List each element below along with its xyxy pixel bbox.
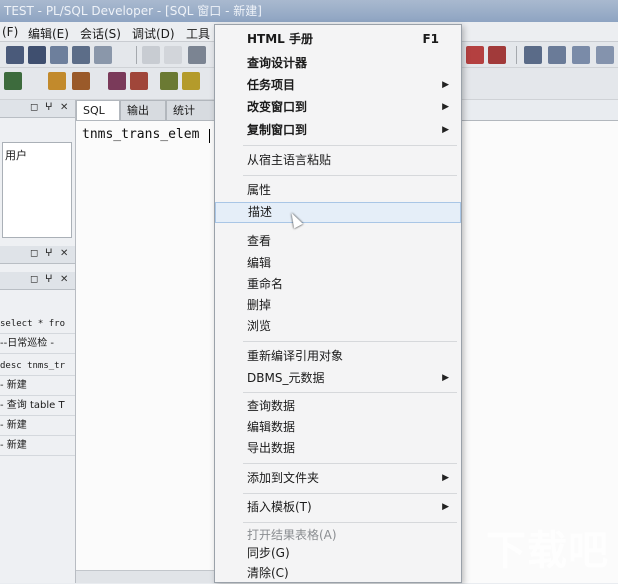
trace-icon[interactable]: [596, 46, 614, 64]
template-icon[interactable]: [182, 72, 200, 90]
submenu-arrow-icon: ▶: [442, 102, 449, 112]
print-icon[interactable]: [50, 46, 68, 64]
menu-item-clear[interactable]: 清除(C): [215, 563, 461, 584]
report-icon[interactable]: [130, 72, 148, 90]
menu-debug[interactable]: 调试(D): [132, 25, 175, 42]
menu-item-edit-data[interactable]: 编辑数据: [215, 417, 461, 438]
step-icon[interactable]: [548, 46, 566, 64]
shortcut-label: F1: [422, 32, 439, 46]
redo-icon[interactable]: [164, 46, 182, 64]
dock-icon[interactable]: ⵖ: [45, 274, 53, 285]
editor-code: tnms_trans_elem: [82, 127, 200, 142]
dock-icon[interactable]: ⵖ: [45, 102, 53, 113]
menu-session[interactable]: 会话(S): [80, 25, 121, 42]
commit-icon[interactable]: [466, 46, 484, 64]
close-icon[interactable]: ✕: [60, 248, 68, 259]
object-label: 用户: [5, 149, 27, 162]
key-icon[interactable]: [160, 72, 178, 90]
window-title: TEST - PL/SQL Developer - [SQL 窗口 - 新建]: [0, 0, 618, 22]
menu-item-properties[interactable]: 属性: [215, 180, 461, 201]
history-header: ◻ ⵖ ✕: [0, 272, 75, 290]
menu-item-dbms-metadata[interactable]: DBMS_元数据 ▶: [215, 368, 461, 389]
history-item[interactable]: select * fro: [0, 314, 75, 334]
menu-item-rename[interactable]: 重命名: [215, 274, 461, 295]
menu-item-drop[interactable]: 删掉: [215, 295, 461, 316]
menu-item-copy-window[interactable]: 复制窗口到 ▶: [215, 120, 461, 141]
menu-item-insert-template[interactable]: 插入模板(T) ▶: [215, 497, 461, 518]
editor-tabs: SQL 输出 统计: [76, 100, 216, 120]
context-menu: HTML 手册 F1 查询设计器 任务项目 ▶ 改变窗口到 ▶ 复制窗口到 ▶ …: [214, 24, 462, 583]
menu-item-edit[interactable]: 编辑: [215, 253, 461, 274]
menu-item-view[interactable]: 查看: [215, 231, 461, 252]
tab-statistics[interactable]: 统计: [166, 100, 216, 120]
menu-separator: [243, 493, 457, 494]
tab-sql[interactable]: SQL: [76, 100, 120, 120]
history-item[interactable]: - 新建: [0, 416, 75, 436]
menu-tools[interactable]: 工具: [186, 25, 210, 42]
tab-output[interactable]: 输出: [120, 100, 166, 120]
close-icon[interactable]: ✕: [60, 274, 68, 285]
menu-separator: [243, 341, 457, 342]
window-icon[interactable]: [94, 46, 112, 64]
dock-icon[interactable]: ⵖ: [45, 248, 53, 259]
menu-item-change-window[interactable]: 改变窗口到 ▶: [215, 97, 461, 118]
menu-separator: [243, 392, 457, 393]
menu-item-task-items[interactable]: 任务项目 ▶: [215, 75, 461, 96]
submenu-arrow-icon: ▶: [442, 473, 449, 483]
db-icon[interactable]: [48, 72, 66, 90]
menu-item-query-data[interactable]: 查询数据: [215, 396, 461, 417]
pin-icon[interactable]: ◻: [30, 248, 38, 259]
history-item[interactable]: desc tnms_tr: [0, 356, 75, 376]
history-item[interactable]: - 查询 table T: [0, 396, 75, 416]
menu-item-recompile[interactable]: 重新编译引用对象: [215, 346, 461, 367]
menu-edit[interactable]: 编辑(E): [28, 25, 69, 42]
undo-icon[interactable]: [142, 46, 160, 64]
submenu-arrow-icon: ▶: [442, 80, 449, 90]
submenu-arrow-icon: ▶: [442, 502, 449, 512]
menu-item-query-designer[interactable]: 查询设计器: [215, 53, 461, 74]
menu-item-sync[interactable]: 同步(G): [215, 543, 461, 564]
menu-separator: [243, 145, 457, 146]
window-list-header: ◻ ⵖ ✕: [0, 246, 75, 264]
menu-item-browse[interactable]: 浏览: [215, 316, 461, 337]
save-icon[interactable]: [6, 46, 24, 64]
history-item[interactable]: - 新建: [0, 376, 75, 396]
object-browser[interactable]: 用户: [2, 142, 72, 238]
submenu-arrow-icon: ▶: [442, 373, 449, 383]
menu-item-html-manual[interactable]: HTML 手册 F1: [215, 29, 461, 50]
run-icon[interactable]: [524, 46, 542, 64]
watermark: 下载吧: [486, 528, 609, 574]
query-icon[interactable]: [72, 72, 90, 90]
object-pane-header: ◻ ⵖ ✕: [0, 100, 75, 118]
menu-separator: [243, 522, 457, 523]
history-item[interactable]: - 新建: [0, 436, 75, 456]
menu-file[interactable]: (F): [2, 25, 18, 39]
menu-item-export-data[interactable]: 导出数据: [215, 438, 461, 459]
history-item[interactable]: --日常巡检 -: [0, 334, 75, 354]
menu-item-describe[interactable]: 描述: [215, 202, 461, 223]
menu-separator: [243, 463, 457, 464]
explain-icon[interactable]: [108, 72, 126, 90]
connect-icon[interactable]: [72, 46, 90, 64]
submenu-arrow-icon: ▶: [442, 125, 449, 135]
cut-icon[interactable]: [188, 46, 206, 64]
save-all-icon[interactable]: [28, 46, 46, 64]
pin-icon[interactable]: ◻: [30, 274, 38, 285]
break-icon[interactable]: [572, 46, 590, 64]
close-icon[interactable]: ✕: [60, 102, 68, 113]
menu-item-add-to-folder[interactable]: 添加到文件夹 ▶: [215, 468, 461, 489]
menu-separator: [243, 175, 457, 176]
tool-icon[interactable]: [4, 72, 22, 90]
left-pane: ◻ ⵖ ✕ 用户 ◻ ⵖ ✕ ◻ ⵖ ✕ select * fro --日常巡检…: [0, 100, 76, 583]
menu-item-paste-host[interactable]: 从宿主语言粘贴: [215, 150, 461, 171]
rollback-icon[interactable]: [488, 46, 506, 64]
text-caret: [209, 129, 210, 143]
pin-icon[interactable]: ◻: [30, 102, 38, 113]
status-bar: [76, 570, 216, 583]
